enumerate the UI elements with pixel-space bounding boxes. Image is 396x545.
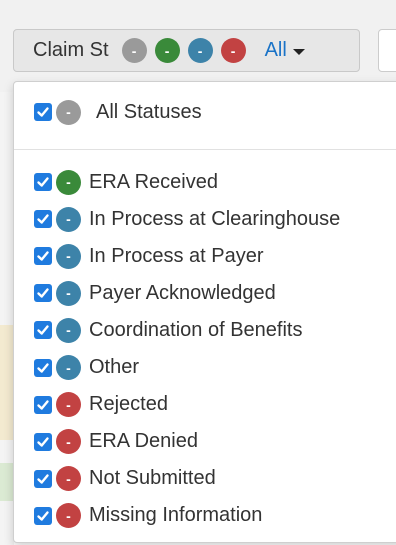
menu-item-label: ERA Received [89,170,218,193]
green-status-chip: - [154,38,180,63]
menu-item-all-statuses[interactable]: - All Statuses [34,96,202,128]
adjacent-filter-field[interactable] [378,29,396,72]
checkbox-checked-icon[interactable] [34,173,52,191]
checkbox-checked-icon[interactable] [34,358,52,377]
menu-item-status[interactable]: - ERA Received [34,166,218,198]
menu-item-label: All Statuses [96,100,202,123]
menu-divider [14,149,396,150]
menu-item-status[interactable]: - Payer Acknowledged [34,277,276,309]
checkbox-checked-icon[interactable] [34,506,52,525]
menu-item-status[interactable]: - In Process at Payer [34,240,264,272]
filter-selected-value: All [264,39,287,61]
status-chip: - [56,317,81,343]
status-chip: - [56,169,81,195]
menu-item-status[interactable]: - Coordination of Benefits [34,314,302,346]
gray-status-chip: - [121,38,147,63]
claim-status-dropdown: - All Statuses - ERA Received - In Process … [13,81,396,543]
menu-item-label: Missing Information [89,504,263,527]
claim-status-filter-label: Claim St [33,39,109,61]
checkbox-checked-icon[interactable] [34,321,52,340]
status-chip: - [56,355,81,380]
underlying-row-highlight [0,325,14,440]
checkbox-checked-icon[interactable] [34,210,52,229]
menu-item-label: Rejected [89,393,168,416]
status-chip: - [56,280,81,306]
status-chip: - [56,243,81,269]
blue-status-chip: - [187,38,213,63]
checkbox-checked-icon[interactable] [34,247,52,266]
red-status-chip: - [220,38,246,63]
underlying-row-highlight [0,463,14,501]
menu-item-label: In Process at Payer [89,244,264,267]
status-chip: - [56,503,81,529]
menu-item-label: Coordination of Benefits [89,318,303,341]
checkbox-checked-icon[interactable] [34,103,52,121]
checkbox-checked-icon[interactable] [34,395,52,414]
status-chip-group: - - - - [121,38,254,63]
menu-item-label: In Process at Clearinghouse [89,207,341,230]
status-chip: - [56,429,81,455]
menu-item-status[interactable]: - Missing Information [34,500,262,532]
menu-item-status[interactable]: - Other [34,352,139,384]
menu-item-status[interactable]: - ERA Denied [34,426,198,458]
menu-item-label: Not Submitted [89,467,216,490]
menu-item-status[interactable]: - Rejected [34,389,168,421]
menu-item-label: Payer Acknowledged [89,281,276,304]
menu-item-label: Other [89,356,140,378]
claim-status-filter-button[interactable]: Claim St - - - - All [13,29,360,72]
menu-item-status[interactable]: - Not Submitted [34,463,216,495]
checkbox-checked-icon[interactable] [34,432,52,451]
status-chip: - [56,392,81,418]
menu-item-label: ERA Denied [89,430,198,453]
gray-status-chip: - [56,99,81,125]
caret-down-icon [292,48,305,55]
menu-item-status[interactable]: - In Process at Clearinghouse [34,203,340,235]
checkbox-checked-icon[interactable] [34,469,52,488]
status-chip: - [56,206,81,232]
status-chip: - [56,466,81,492]
checkbox-checked-icon[interactable] [34,284,52,303]
